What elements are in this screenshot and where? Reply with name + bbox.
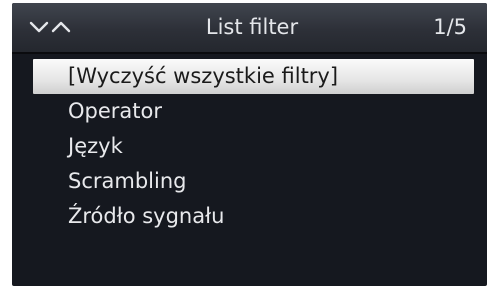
list-filter-panel: List filter 1/5 [Wyczyść wszystkie filtr… <box>12 3 487 286</box>
menu-item-clear-all-filters[interactable]: [Wyczyść wszystkie filtry] <box>33 59 474 94</box>
page-indicator: 1/5 <box>433 15 467 39</box>
page-title: List filter <box>205 15 299 39</box>
menu-item-operator[interactable]: Operator <box>12 94 487 129</box>
menu-item-signal-source[interactable]: Źródło sygnału <box>12 199 487 234</box>
filter-menu-list: [Wyczyść wszystkie filtry] Operator Języ… <box>12 59 487 234</box>
header-divider <box>12 52 487 54</box>
up-down-chevrons-icon <box>28 16 74 38</box>
menu-item-language[interactable]: Język <box>12 129 487 164</box>
menu-item-scrambling[interactable]: Scrambling <box>12 164 487 199</box>
header-bar: List filter 1/5 <box>12 3 487 52</box>
